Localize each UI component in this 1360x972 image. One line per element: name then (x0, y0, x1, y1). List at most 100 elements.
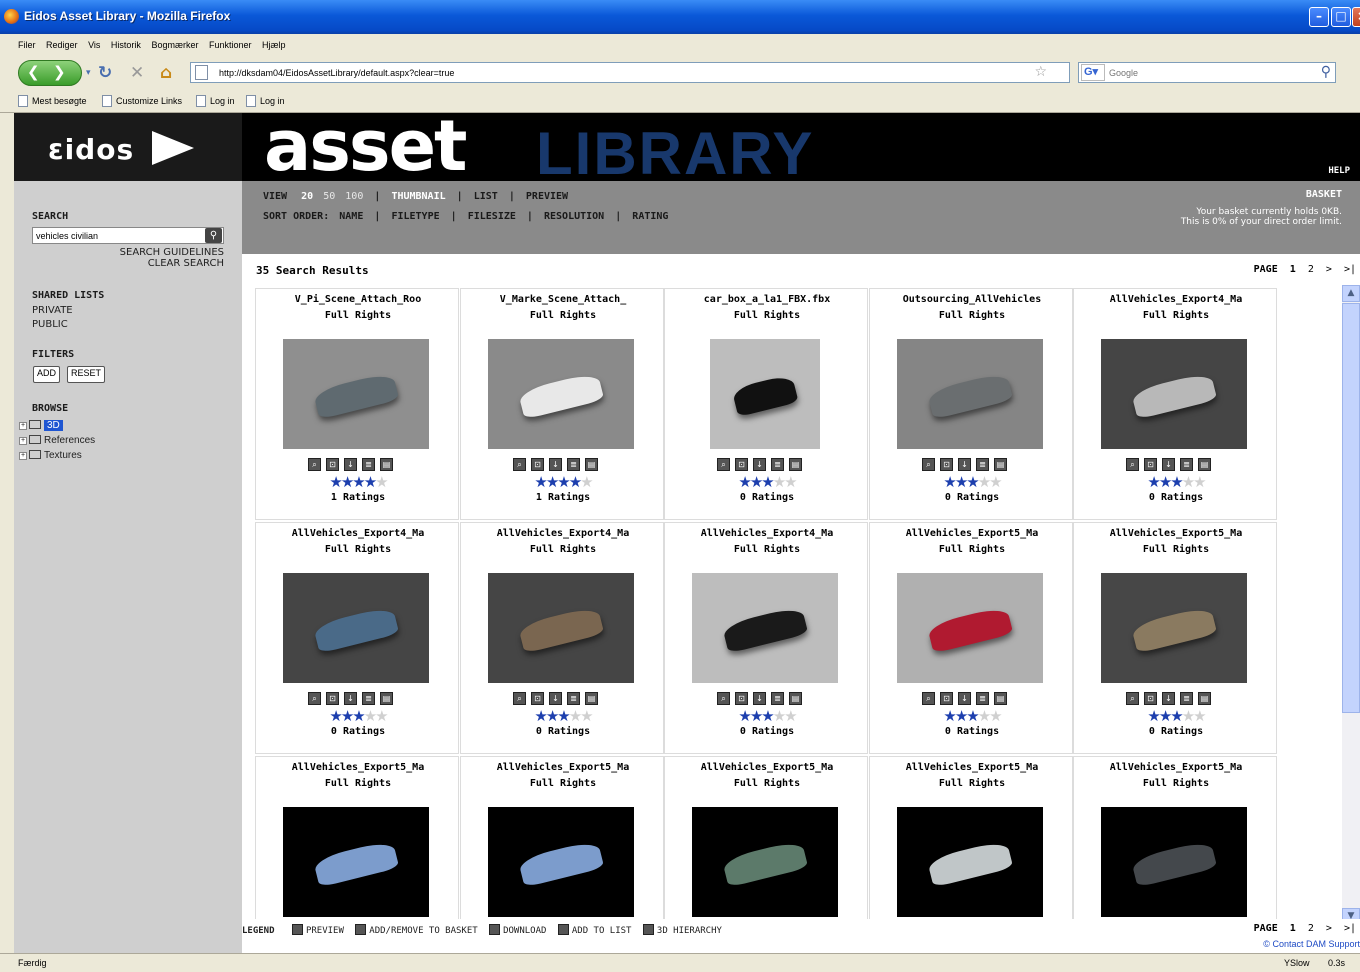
asset-thumbnail[interactable] (1101, 339, 1247, 449)
expand-icon[interactable]: + (19, 452, 27, 460)
minimize-button[interactable]: – (1309, 7, 1329, 27)
basket-icon[interactable]: ⊡ (940, 692, 953, 705)
star-icon[interactable]: ★ (966, 707, 980, 725)
reload-icon[interactable]: ↻ (98, 63, 112, 83)
asset-name[interactable]: Outsourcing_AllVehicles (870, 294, 1074, 305)
rating-stars[interactable]: ★★★★★ (461, 473, 665, 491)
basket-link[interactable]: BASKET (1181, 189, 1342, 200)
hierarchy-icon[interactable]: ▤ (585, 458, 598, 471)
maximize-button[interactable]: □ (1331, 7, 1351, 27)
help-link[interactable]: HELP (1328, 166, 1350, 176)
asset-name[interactable]: AllVehicles_Export5_Ma (870, 762, 1074, 773)
add-to-list-icon[interactable]: ≣ (362, 458, 375, 471)
back-forward-buttons[interactable]: ❮ ❯ (18, 60, 82, 86)
add-to-list-icon[interactable]: ≣ (1180, 458, 1193, 471)
star-icon[interactable]: ★ (569, 473, 583, 491)
menu-filer[interactable]: Filer (18, 34, 36, 56)
bookmark-login-1[interactable]: Log in (196, 95, 235, 107)
close-button[interactable]: × (1352, 7, 1360, 27)
asset-card[interactable]: Outsourcing_AllVehicles Full Rights ⌕ ⊡ ↓ ≣ ▤ ★… (869, 288, 1073, 520)
asset-search-input[interactable] (32, 227, 224, 244)
add-to-list-icon[interactable]: ≣ (771, 692, 784, 705)
view-count-20[interactable]: 20 (301, 191, 313, 202)
asset-thumbnail[interactable] (488, 339, 634, 449)
hierarchy-icon[interactable]: ▤ (1198, 692, 1211, 705)
asset-card[interactable]: AllVehicles_Export5_Ma Full Rights ⌕ ⊡ ↓ ≣ ▤ ★★… (1073, 522, 1277, 754)
rating-stars[interactable]: ★★★★★ (256, 707, 460, 725)
preview-icon[interactable]: ⌕ (308, 458, 321, 471)
download-icon[interactable]: ↓ (549, 458, 562, 471)
preview-icon[interactable]: ⌕ (717, 692, 730, 705)
view-list[interactable]: LIST (474, 191, 498, 202)
search-guidelines-link[interactable]: SEARCH GUIDELINES (120, 247, 224, 258)
star-icon[interactable]: ★ (978, 707, 992, 725)
star-icon[interactable]: ★ (364, 473, 378, 491)
preview-icon[interactable]: ⌕ (922, 692, 935, 705)
hierarchy-icon[interactable]: ▤ (585, 692, 598, 705)
tree-item-textures[interactable]: + Textures (19, 450, 82, 461)
search-go-icon[interactable]: ⚲ (205, 228, 222, 243)
asset-name[interactable]: AllVehicles_Export5_Ma (461, 762, 665, 773)
download-icon[interactable]: ↓ (753, 458, 766, 471)
download-icon[interactable]: ↓ (549, 692, 562, 705)
asset-name[interactable]: V_Marke_Scene_Attach_ (461, 294, 665, 305)
expand-icon[interactable]: + (19, 437, 27, 445)
star-icon[interactable]: ★ (955, 707, 969, 725)
asset-name[interactable]: AllVehicles_Export5_Ma (1074, 528, 1278, 539)
star-icon[interactable]: ★ (352, 707, 366, 725)
star-icon[interactable]: ★ (557, 707, 571, 725)
star-icon[interactable]: ★ (580, 707, 594, 725)
download-icon[interactable]: ↓ (753, 692, 766, 705)
star-icon[interactable]: ★ (966, 473, 980, 491)
star-icon[interactable]: ★ (580, 473, 594, 491)
star-icon[interactable]: ★ (546, 707, 560, 725)
yslow-label[interactable]: YSlow (1284, 958, 1310, 968)
sort-resolution[interactable]: RESOLUTION (544, 211, 604, 222)
expand-icon[interactable]: + (19, 422, 27, 430)
forward-arrow-icon[interactable]: ❯ (53, 63, 66, 81)
page-1[interactable]: 1 (1290, 264, 1296, 275)
rating-stars[interactable]: ★★★★★ (665, 473, 869, 491)
asset-name[interactable]: AllVehicles_Export5_Ma (870, 528, 1074, 539)
rating-stars[interactable]: ★★★★★ (870, 707, 1074, 725)
eidos-logo[interactable]: εidos (14, 113, 242, 181)
star-icon[interactable]: ★ (784, 473, 798, 491)
star-icon[interactable]: ★ (978, 473, 992, 491)
basket-icon[interactable]: ⊡ (1144, 692, 1157, 705)
private-list-link[interactable]: PRIVATE (32, 305, 73, 316)
scroll-thumb[interactable] (1342, 303, 1360, 713)
asset-card[interactable]: AllVehicles_Export5_Ma Full Rights ⌕ ⊡ ↓ ≣ ▤ ★★… (869, 522, 1073, 754)
basket-icon[interactable]: ⊡ (531, 692, 544, 705)
web-search-box[interactable]: G▾ ⚲ (1078, 62, 1336, 83)
asset-name[interactable]: car_box_a_la1_FBX.fbx (665, 294, 869, 305)
asset-thumbnail[interactable] (488, 807, 634, 917)
view-preview[interactable]: PREVIEW (526, 191, 568, 202)
download-icon[interactable]: ↓ (1162, 458, 1175, 471)
contact-support-link[interactable]: Contact DAM Support (1272, 939, 1360, 949)
star-icon[interactable]: ★ (1193, 707, 1207, 725)
asset-thumbnail[interactable] (283, 573, 429, 683)
page-last[interactable]: >| (1344, 923, 1356, 934)
filter-add-button[interactable]: ADD (33, 366, 61, 383)
asset-name[interactable]: V_Pi_Scene_Attach_Roo (256, 294, 460, 305)
asset-name[interactable]: AllVehicles_Export5_Ma (1074, 762, 1278, 773)
asset-thumbnail[interactable] (692, 573, 838, 683)
star-icon[interactable]: ★ (761, 473, 775, 491)
asset-card[interactable]: AllVehicles_Export4_Ma Full Rights ⌕ ⊡ ↓ ≣ ▤ ★★… (255, 522, 459, 754)
asset-name[interactable]: AllVehicles_Export4_Ma (256, 528, 460, 539)
sort-filetype[interactable]: FILETYPE (391, 211, 439, 222)
filter-reset-button[interactable]: RESET (67, 366, 106, 383)
home-icon[interactable]: ⌂ (160, 63, 172, 83)
bookmark-customize-links[interactable]: Customize Links (102, 95, 182, 107)
asset-thumbnail[interactable] (897, 573, 1043, 683)
preview-icon[interactable]: ⌕ (922, 458, 935, 471)
star-icon[interactable]: ★ (738, 707, 752, 725)
preview-icon[interactable]: ⌕ (1126, 692, 1139, 705)
star-icon[interactable]: ★ (1170, 473, 1184, 491)
star-icon[interactable]: ★ (943, 707, 957, 725)
add-to-list-icon[interactable]: ≣ (567, 458, 580, 471)
star-icon[interactable]: ★ (375, 707, 389, 725)
vertical-scrollbar[interactable]: ▲ ▼ (1342, 285, 1360, 925)
view-count-50[interactable]: 50 (323, 191, 335, 202)
preview-icon[interactable]: ⌕ (717, 458, 730, 471)
